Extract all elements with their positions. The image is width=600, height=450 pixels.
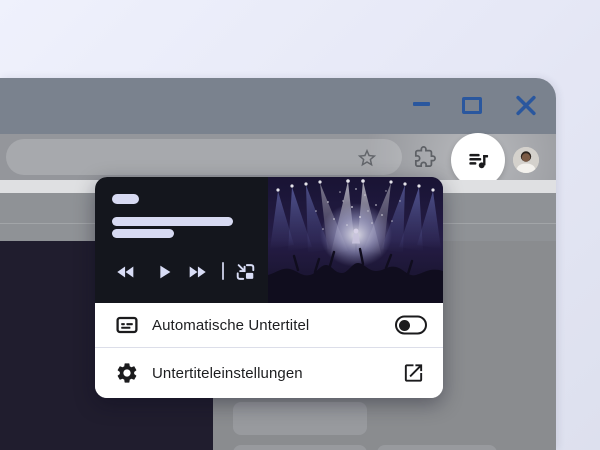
minimize-icon[interactable] [413,102,430,106]
bookmark-star-icon[interactable] [356,147,378,169]
media-controls-button[interactable] [451,133,505,187]
page-skeleton-block [233,445,367,450]
caption-settings-label: Untertiteleinstellungen [152,365,303,382]
next-track-icon[interactable] [186,261,208,283]
player-info [95,177,268,303]
controls-separator [222,262,224,280]
toggle-knob [399,320,410,331]
live-captions-icon [115,313,139,337]
close-icon[interactable] [515,95,537,116]
screenshot-canvas: Automatische Untertitel Untertiteleinste… [0,0,600,450]
page-skeleton-block [233,402,367,435]
play-icon[interactable] [153,261,175,283]
auto-captions-label: Automatische Untertitel [152,317,309,334]
avatar-photo [513,147,539,173]
settings-gear-icon [115,361,139,385]
media-player-card[interactable] [95,177,443,303]
browser-toolbar [0,134,556,180]
window-titlebar [0,78,556,134]
open-in-new-icon[interactable] [402,362,425,385]
caption-settings-row[interactable]: Untertiteleinstellungen [95,348,443,398]
album-artwork-concert-photo [268,177,443,303]
media-controls-icon [465,147,491,173]
captions-toggle-off[interactable] [395,316,427,335]
maximize-icon[interactable] [462,97,482,114]
extensions-puzzle-icon[interactable] [414,146,436,168]
auto-captions-row[interactable]: Automatische Untertitel [95,303,443,347]
skeleton-artist-bar [112,229,174,238]
skeleton-source-chip [112,194,139,204]
previous-track-icon[interactable] [115,261,137,283]
address-bar[interactable] [6,139,402,175]
media-controls-popup: Automatische Untertitel Untertiteleinste… [95,177,443,398]
profile-avatar[interactable] [513,147,539,173]
page-skeleton-block [377,445,497,450]
picture-in-picture-icon[interactable] [233,261,258,283]
skeleton-title-bar [112,217,233,226]
